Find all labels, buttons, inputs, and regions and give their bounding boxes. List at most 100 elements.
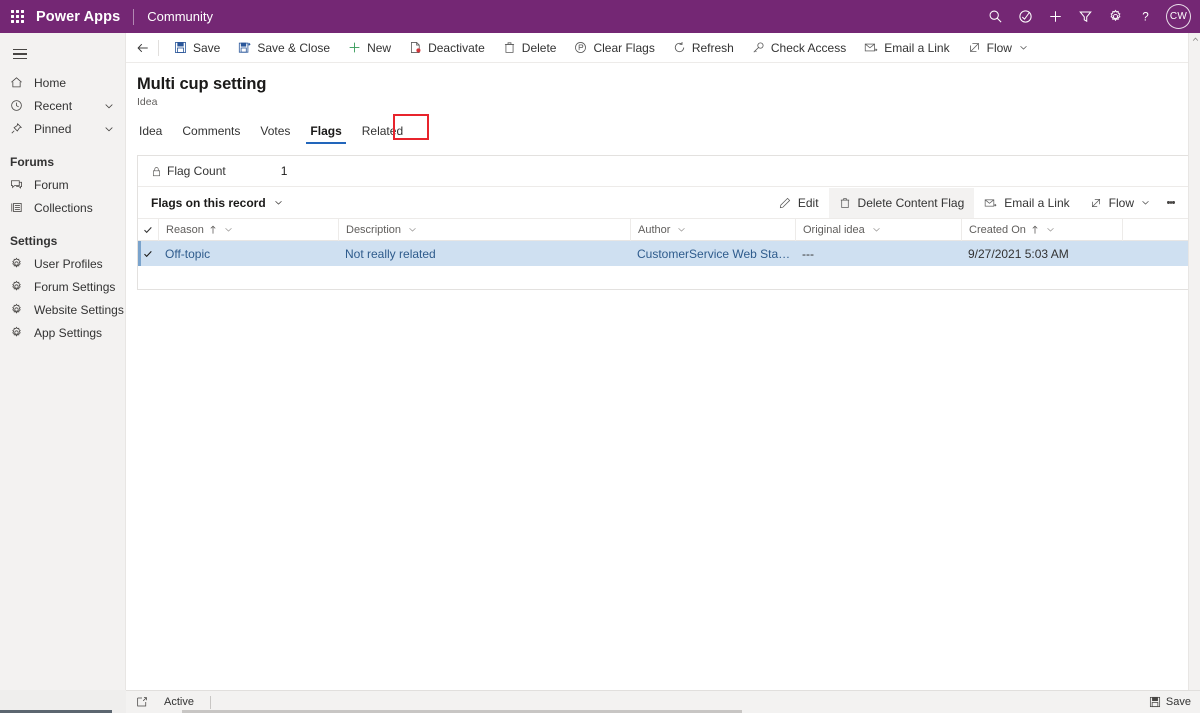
edit-button[interactable]: Edit bbox=[769, 188, 829, 218]
deactivate-button[interactable]: Deactivate bbox=[400, 34, 494, 62]
email-a-link-button[interactable]: Email a Link bbox=[974, 188, 1079, 218]
tab-comments[interactable]: Comments bbox=[172, 124, 250, 144]
status-save-button[interactable]: Save bbox=[1149, 696, 1191, 708]
row-selection-indicator bbox=[138, 241, 141, 266]
flow-button[interactable]: Flow bbox=[959, 34, 1037, 62]
back-button[interactable] bbox=[130, 34, 156, 62]
column-header-reason[interactable]: Reason bbox=[158, 218, 338, 241]
save-icon bbox=[1149, 696, 1161, 708]
sidebar-item-app-settings[interactable]: App Settings bbox=[0, 321, 125, 344]
sidebar-item-forum[interactable]: Forum bbox=[0, 173, 125, 196]
tab-idea[interactable]: Idea bbox=[137, 124, 172, 144]
select-all-checkbox[interactable] bbox=[138, 225, 158, 235]
gear-icon[interactable] bbox=[1100, 0, 1130, 33]
tab-related[interactable]: Related bbox=[352, 124, 413, 144]
trash-icon bbox=[839, 197, 851, 209]
app-name[interactable]: Community bbox=[147, 9, 213, 24]
chevron-down-icon bbox=[274, 198, 283, 207]
command-divider bbox=[158, 39, 159, 56]
sidebar-item-website-settings[interactable]: Website Settings bbox=[0, 298, 125, 321]
cell-original-idea: --- bbox=[802, 246, 814, 261]
column-header-description[interactable]: Description bbox=[338, 218, 630, 241]
gear-icon bbox=[10, 303, 28, 316]
tab-votes[interactable]: Votes bbox=[250, 124, 300, 144]
tab-flags[interactable]: Flags bbox=[300, 124, 351, 144]
filter-icon[interactable] bbox=[1070, 0, 1100, 33]
clear-flags-button[interactable]: Clear Flags bbox=[565, 34, 663, 62]
scroll-up-arrow-icon[interactable] bbox=[1189, 33, 1200, 45]
sitemap-toggle-button[interactable] bbox=[0, 37, 40, 71]
sidebar-bottom-area bbox=[0, 690, 126, 713]
clear-flags-icon bbox=[574, 41, 587, 54]
avatar[interactable]: CW bbox=[1166, 4, 1191, 29]
sidebar-item-user-profiles[interactable]: User Profiles bbox=[0, 252, 125, 275]
column-label: Description bbox=[346, 223, 402, 236]
column-header-original-idea[interactable]: Original idea bbox=[795, 218, 961, 241]
sidebar-item-pinned[interactable]: Pinned bbox=[0, 117, 125, 140]
new-button[interactable]: New bbox=[339, 34, 400, 62]
command-label: Clear Flags bbox=[593, 40, 655, 55]
brand-divider bbox=[133, 8, 135, 25]
chevron-down-icon[interactable] bbox=[224, 225, 233, 234]
column-label: Original idea bbox=[803, 223, 865, 236]
chevron-down-icon[interactable] bbox=[1019, 43, 1028, 52]
column-label: Created On bbox=[969, 223, 1026, 236]
subgrid-view-selector[interactable]: Flags on this record bbox=[151, 196, 283, 210]
key-icon bbox=[752, 41, 765, 54]
cell-author[interactable]: CustomerService Web Staging bbox=[630, 247, 795, 261]
check-access-button[interactable]: Check Access bbox=[743, 34, 855, 62]
sidebar-item-recent[interactable]: Recent bbox=[0, 94, 125, 117]
topbar-actions: ? CW bbox=[980, 0, 1200, 33]
search-icon[interactable] bbox=[980, 0, 1010, 33]
subgrid-actions: Edit Delete Content Flag Email a Link Fl… bbox=[769, 187, 1188, 218]
sidebar-group-forums: Forums bbox=[10, 155, 55, 169]
page-header: Multi cup setting Idea bbox=[126, 63, 1200, 108]
flow-button[interactable]: Flow bbox=[1080, 188, 1160, 218]
save-and-close-button[interactable]: Save & Close bbox=[229, 34, 339, 62]
sidebar-item-label: User Profiles bbox=[34, 256, 103, 271]
deactivate-icon bbox=[409, 41, 422, 54]
hamburger-icon bbox=[13, 47, 27, 62]
email-a-link-button[interactable]: Email a Link bbox=[855, 34, 958, 62]
overflow-menu-button[interactable] bbox=[1160, 188, 1182, 218]
row-checkbox[interactable] bbox=[138, 249, 158, 259]
sidebar-item-collections[interactable]: Collections bbox=[0, 196, 125, 219]
chevron-down-icon[interactable] bbox=[677, 225, 686, 234]
column-header-created-on[interactable]: Created On bbox=[961, 218, 1122, 241]
refresh-button[interactable]: Refresh bbox=[664, 34, 743, 62]
sort-ascending-icon bbox=[1031, 225, 1039, 235]
waffle-icon bbox=[10, 10, 24, 23]
chevron-down-icon[interactable] bbox=[104, 124, 114, 134]
command-label: Refresh bbox=[691, 40, 734, 55]
table-row[interactable]: Off-topic Not really related CustomerSer… bbox=[138, 241, 1188, 266]
chevron-down-icon[interactable] bbox=[104, 101, 114, 111]
open-record-icon[interactable] bbox=[132, 696, 152, 708]
email-link-icon bbox=[984, 197, 997, 209]
delete-button[interactable]: Delete bbox=[494, 34, 566, 62]
delete-content-flag-button[interactable]: Delete Content Flag bbox=[828, 187, 975, 218]
sidebar-item-label: Recent bbox=[34, 98, 73, 113]
chevron-down-icon[interactable] bbox=[1141, 198, 1150, 207]
help-icon[interactable]: ? bbox=[1130, 0, 1160, 33]
save-button[interactable]: Save bbox=[165, 34, 229, 62]
chevron-down-icon[interactable] bbox=[1046, 225, 1055, 234]
check-circle-icon[interactable] bbox=[1010, 0, 1040, 33]
action-label: Delete Content Flag bbox=[857, 195, 965, 210]
vertical-scrollbar[interactable] bbox=[1188, 33, 1200, 690]
column-label: Reason bbox=[166, 223, 204, 236]
cell-reason[interactable]: Off-topic bbox=[158, 247, 338, 261]
refresh-icon bbox=[673, 41, 686, 54]
chevron-down-icon[interactable] bbox=[872, 225, 881, 234]
plus-icon[interactable] bbox=[1040, 0, 1070, 33]
flag-count-value: 1 bbox=[280, 164, 288, 178]
sidebar-item-home[interactable]: Home bbox=[0, 71, 125, 94]
sidebar-item-forum-settings[interactable]: Forum Settings bbox=[0, 275, 125, 298]
brand-name[interactable]: Power Apps bbox=[36, 9, 120, 25]
chevron-down-icon[interactable] bbox=[408, 225, 417, 234]
cell-description[interactable]: Not really related bbox=[338, 247, 630, 261]
column-header-author[interactable]: Author bbox=[630, 218, 795, 241]
command-label: Save bbox=[193, 40, 221, 55]
app-launcher-button[interactable] bbox=[0, 0, 34, 33]
command-label: Email a Link bbox=[884, 40, 950, 55]
sidebar-item-label: Website Settings bbox=[34, 302, 124, 317]
